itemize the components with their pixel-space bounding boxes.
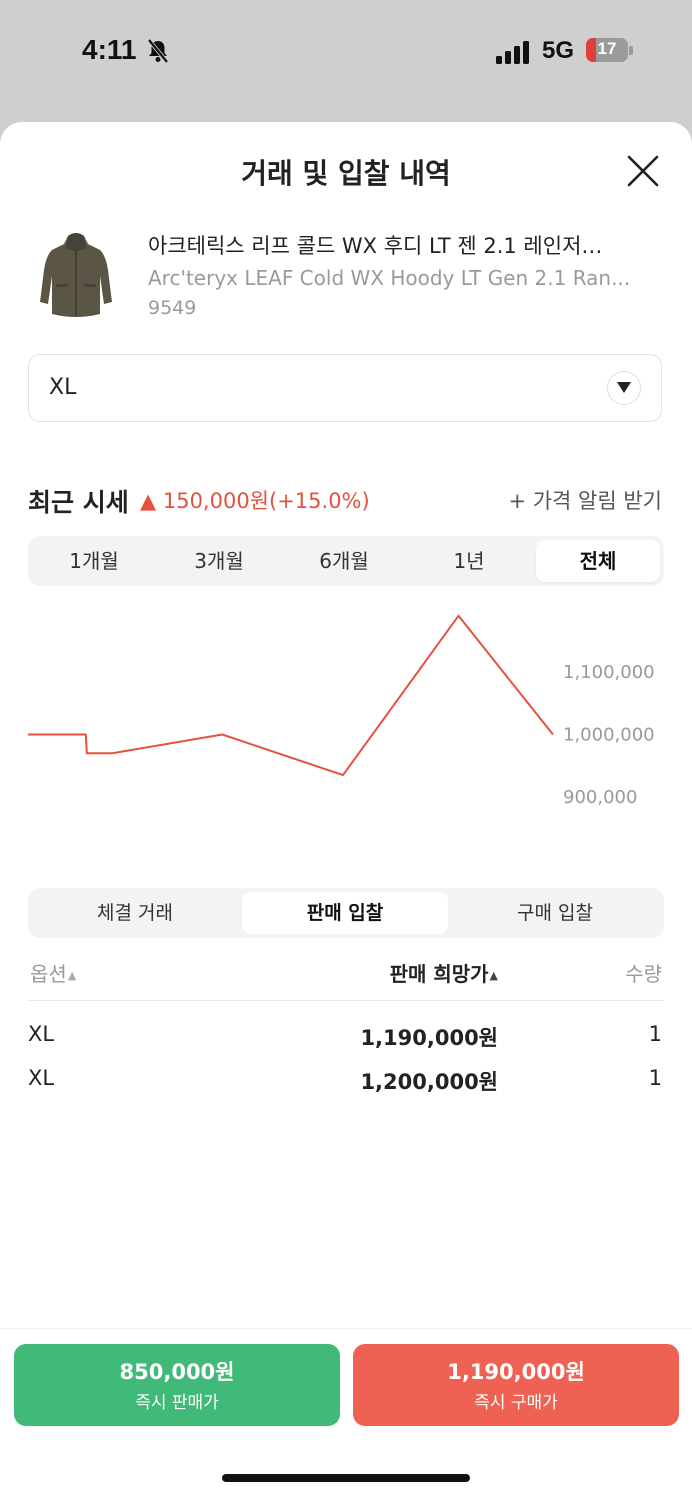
sheet-title: 거래 및 입찰 내역 [241,157,451,190]
product-code: 9549 [148,297,197,319]
status-bar: 4:11 5G 17 [0,0,692,110]
divider [28,1000,664,1001]
column-header-price-label: 판매 희망가 [389,962,489,986]
trade-tabs: 체결 거래 판매 입찰 구매 입찰 [28,888,664,938]
chart-series-line [28,614,554,777]
bell-muted-icon [147,38,169,64]
signal-icon [496,41,529,64]
cell-option: XL [28,1066,55,1090]
size-select[interactable]: XL [28,354,662,422]
recent-price-change-value: 150,000원(+15.0%) [162,489,370,513]
sort-icon: ▲ [489,969,498,982]
column-header-option-label: 옵션 [30,962,67,986]
tab-period-6m[interactable]: 6개월 [282,540,406,582]
instant-sell-button[interactable]: 850,000원 즉시 판매가 [14,1344,340,1426]
product-name-ko: 아크테릭스 리프 콜드 WX 후디 LT 젠 2.1 레인저… [148,234,603,258]
table-row: XL 1,190,000원 1 [28,1022,664,1056]
column-header-price[interactable]: 판매 희망가▲ [390,958,498,987]
tab-sell-bids[interactable]: 판매 입찰 [242,892,448,934]
price-chart: 1,100,000 1,000,000 900,000 [28,614,655,808]
tab-period-1y[interactable]: 1년 [407,540,531,582]
cell-option: XL [28,1022,55,1046]
recent-price-title: 최근 시세 [28,488,129,517]
sort-icon: ▲ [67,969,77,982]
network-label: 5G [542,37,575,64]
battery-icon: 17 [586,38,634,64]
cell-price: 1,200,000원 [360,1070,498,1094]
divider [0,1328,692,1329]
product-image [40,233,112,317]
tab-period-all[interactable]: 전체 [536,540,660,582]
tab-period-1m[interactable]: 1개월 [32,540,156,582]
table-row: XL 1,200,000원 1 [28,1066,664,1100]
trade-history-sheet: 거래 및 입찰 내역 아크테릭스 리프 콜드 WX 후디 LT 젠 2.1 레인… [0,122,692,1500]
triangle-down-icon [617,382,631,393]
tab-period-3m[interactable]: 3개월 [157,540,281,582]
cell-qty: 1 [648,1066,662,1090]
buy-label: 즉시 구매가 [474,1393,558,1413]
close-icon[interactable] [624,152,662,190]
triangle-up-icon: ▲ [140,489,157,513]
column-header-option[interactable]: 옵션▲ [30,958,76,987]
sell-price: 850,000원 [119,1360,235,1384]
column-header-qty: 수량 [625,962,662,986]
y-tick-label: 1,100,000 [563,662,655,683]
product-name-en: Arc'teryx LEAF Cold WX Hoody LT Gen 2.1 … [148,266,631,290]
tab-buy-bids[interactable]: 구매 입찰 [452,892,658,934]
y-tick-label: 1,000,000 [563,725,655,746]
y-tick-label: 900,000 [563,787,637,808]
price-alert-link[interactable]: + 가격 알림 받기 [508,485,662,515]
dropdown-button[interactable] [607,371,641,405]
cell-price: 1,190,000원 [360,1026,498,1050]
battery-level: 17 [597,39,617,58]
home-indicator [222,1474,470,1482]
instant-buy-button[interactable]: 1,190,000원 즉시 구매가 [353,1344,679,1426]
status-time: 4:11 [82,34,137,65]
sell-label: 즉시 판매가 [135,1393,219,1413]
buy-price: 1,190,000원 [447,1360,585,1384]
cell-qty: 1 [648,1022,662,1046]
recent-price-change: ▲ 150,000원(+15.0%) [140,485,370,515]
tab-completed-trades[interactable]: 체결 거래 [32,892,238,934]
size-select-value: XL [49,375,77,400]
period-tabs: 1개월 3개월 6개월 1년 전체 [28,536,664,586]
